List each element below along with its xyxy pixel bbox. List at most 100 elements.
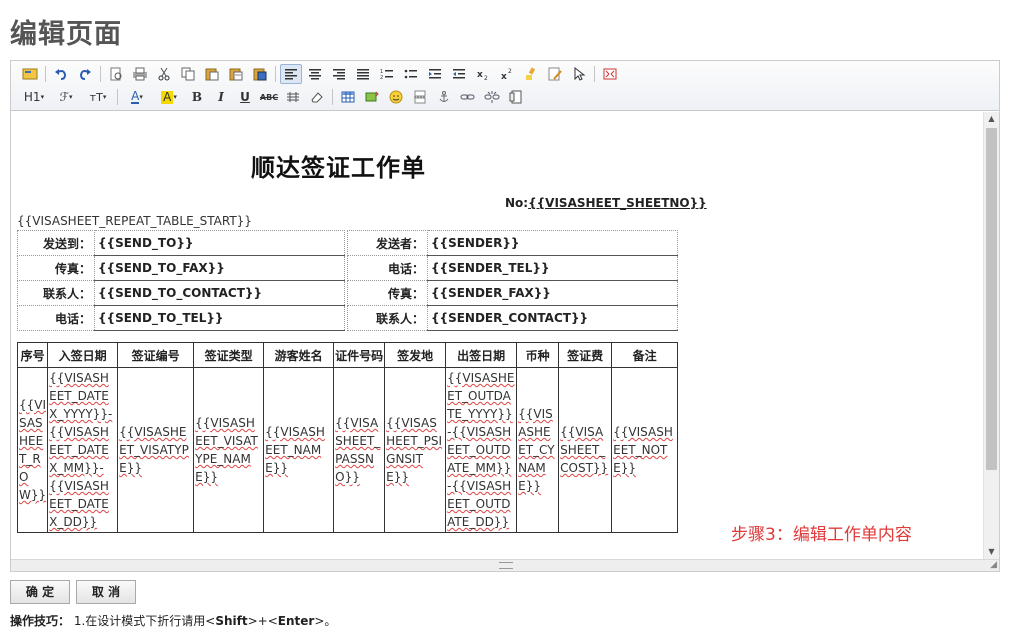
unlink-icon[interactable] (481, 87, 503, 107)
info-value: {{SEND_TO_FAX}} (94, 255, 345, 281)
info-label: 传真： (347, 280, 428, 306)
emoticon-icon[interactable] (385, 87, 407, 107)
table-cell: {{VISASHEET_CYNAME}} (516, 367, 560, 533)
table-cell: {{VISASHEET_PASSNO}} (333, 367, 386, 533)
svg-text:2: 2 (380, 75, 383, 80)
tip-label: 操作技巧： (10, 614, 71, 628)
toolbar-row-2: H1 ▾ ℱ ▾ тT ▾ A ▾ A ▾ B I U ABC (19, 86, 529, 108)
source-code-icon[interactable] (19, 64, 41, 84)
horizontal-rule-icon[interactable] (282, 87, 304, 107)
print-icon[interactable] (129, 64, 151, 84)
ordered-list-icon[interactable]: 12 (376, 64, 398, 84)
table-cell: {{VISASHEET_PSIGNSITE}} (384, 367, 447, 533)
preview-icon[interactable] (105, 64, 127, 84)
info-value: {{SEND_TO_TEL}} (94, 305, 345, 331)
sender-to-info-table: 发送到： {{SEND_TO}} 传真： {{SEND_TO_FAX}} 联系人：{… (17, 230, 345, 331)
font-family-dropdown[interactable]: ℱ ▾ (51, 87, 81, 107)
redo-icon[interactable] (74, 64, 96, 84)
column-header: 序号 (16, 342, 49, 368)
editor-content-area[interactable]: 顺达签证工作单 No:{{VISASHEET_SHEETNO}} {{VISAS… (11, 112, 983, 559)
align-center-icon[interactable] (304, 64, 326, 84)
column-header: 签证类型 (193, 342, 265, 368)
resize-grip-icon[interactable] (499, 562, 513, 569)
toolbar-separator (100, 66, 101, 82)
highlight-color-dropdown[interactable]: A ▾ (154, 87, 184, 107)
font-size-dropdown[interactable]: тT ▾ (83, 87, 113, 107)
table-icon[interactable] (337, 87, 359, 107)
copy-icon[interactable] (177, 64, 199, 84)
info-label: 传真： (17, 255, 95, 281)
align-left-icon[interactable] (280, 64, 302, 84)
align-right-icon[interactable] (328, 64, 350, 84)
anchor-icon[interactable] (433, 87, 455, 107)
rich-text-editor[interactable]: 12 x2 x2 H1▾ ℱ▾ тT▾ A▾ A▾ B I U ABC (10, 60, 1000, 572)
table-cell: {{VISASHEET_VISATYPE_NAME}} (193, 367, 265, 533)
table-cell: {{VISASHEET_ROW}} (16, 367, 49, 533)
unordered-list-icon[interactable] (400, 64, 422, 84)
fullscreen-icon[interactable] (599, 64, 621, 84)
table-row: 发送者： {{SENDER}} (347, 230, 678, 256)
table-cell: {{VISASHEET_NAME}} (263, 367, 335, 533)
superscript-icon[interactable]: x2 (496, 64, 518, 84)
table-row: 传真： {{SEND_TO_FAX}} (17, 255, 345, 281)
link-icon[interactable] (457, 87, 479, 107)
scroll-up-icon[interactable]: ▲ (984, 112, 999, 126)
font-color-dropdown[interactable]: A ▾ (122, 87, 152, 107)
toolbar-separator (45, 66, 46, 82)
repeat-table-start-marker: {{VISASHEET_REPEAT_TABLE_START}} (17, 214, 252, 228)
template-icon[interactable] (505, 87, 527, 107)
select-all-icon[interactable] (568, 64, 590, 84)
info-label: 电话： (17, 305, 95, 331)
subscript-icon[interactable]: x2 (472, 64, 494, 84)
column-header: 备注 (611, 342, 679, 368)
vertical-scrollbar[interactable]: ▲ ▼ (983, 112, 999, 559)
info-value: {{SENDER}} (427, 230, 678, 256)
align-justify-icon[interactable] (352, 64, 374, 84)
cut-icon[interactable] (153, 64, 175, 84)
paste-word-icon[interactable] (249, 64, 271, 84)
column-header: 签证编号 (117, 342, 195, 368)
info-value: {{SEND_TO}} (94, 230, 345, 256)
column-header: 签证费 (558, 342, 613, 368)
bold-button[interactable]: B (186, 87, 208, 107)
toolbar-separator (275, 66, 276, 82)
auto-format-icon[interactable] (544, 64, 566, 84)
italic-button[interactable]: I (210, 87, 232, 107)
editor-toolbar: 12 x2 x2 H1 ▾ ℱ ▾ тT ▾ A ▾ A ▾ B I U ABC (11, 61, 999, 111)
sheet-number-placeholder: {{VISASHEET_SHEETNO}} (528, 196, 707, 210)
toolbar-separator (594, 66, 595, 82)
heading-dropdown[interactable]: H1 ▾ (19, 87, 49, 107)
table-header-row: 序号 入签日期 签证编号 签证类型 游客姓名 证件号码 签发地 出签日期 币种 … (16, 342, 679, 368)
table-cell: {{VISASHEET_VISATYPE}} (117, 367, 195, 533)
strikethrough-button[interactable]: ABC (258, 87, 280, 107)
cancel-button[interactable]: 取 消 (76, 580, 136, 604)
format-painter-icon[interactable] (520, 64, 542, 84)
column-header: 入签日期 (47, 342, 119, 368)
chevron-down-icon: ▾ (173, 93, 177, 101)
indent-icon[interactable] (424, 64, 446, 84)
svg-text:2: 2 (484, 75, 488, 80)
step-annotation: 步骤3：编辑工作单内容 (731, 525, 912, 545)
visa-sheet-table: 序号 入签日期 签证编号 签证类型 游客姓名 证件号码 签发地 出签日期 币种 … (16, 342, 679, 533)
insert-image-icon[interactable] (361, 87, 383, 107)
paste-text-icon[interactable] (225, 64, 247, 84)
outdent-icon[interactable] (448, 64, 470, 84)
paste-icon[interactable] (201, 64, 223, 84)
resize-corner-icon[interactable]: ◢ (990, 560, 997, 570)
page-break-icon[interactable] (409, 87, 431, 107)
column-header: 游客姓名 (263, 342, 335, 368)
info-value: {{SEND_TO_CONTACT}} (94, 280, 345, 306)
undo-icon[interactable] (50, 64, 72, 84)
chevron-down-icon: ▾ (40, 93, 45, 101)
chevron-down-icon: ▾ (139, 93, 143, 101)
underline-button[interactable]: U (234, 87, 256, 107)
confirm-button[interactable]: 确 定 (10, 580, 70, 604)
table-row: 发送到： {{SEND_TO}} (17, 230, 345, 256)
eraser-icon[interactable] (306, 87, 328, 107)
scrollbar-thumb[interactable] (986, 128, 997, 470)
scroll-down-icon[interactable]: ▼ (984, 545, 999, 559)
column-header: 证件号码 (333, 342, 386, 368)
editor-resize-bar[interactable]: ◢ (11, 559, 999, 571)
page-title: 编辑页面 (10, 19, 122, 50)
table-row: 电话： {{SEND_TO_TEL}} (17, 305, 345, 331)
